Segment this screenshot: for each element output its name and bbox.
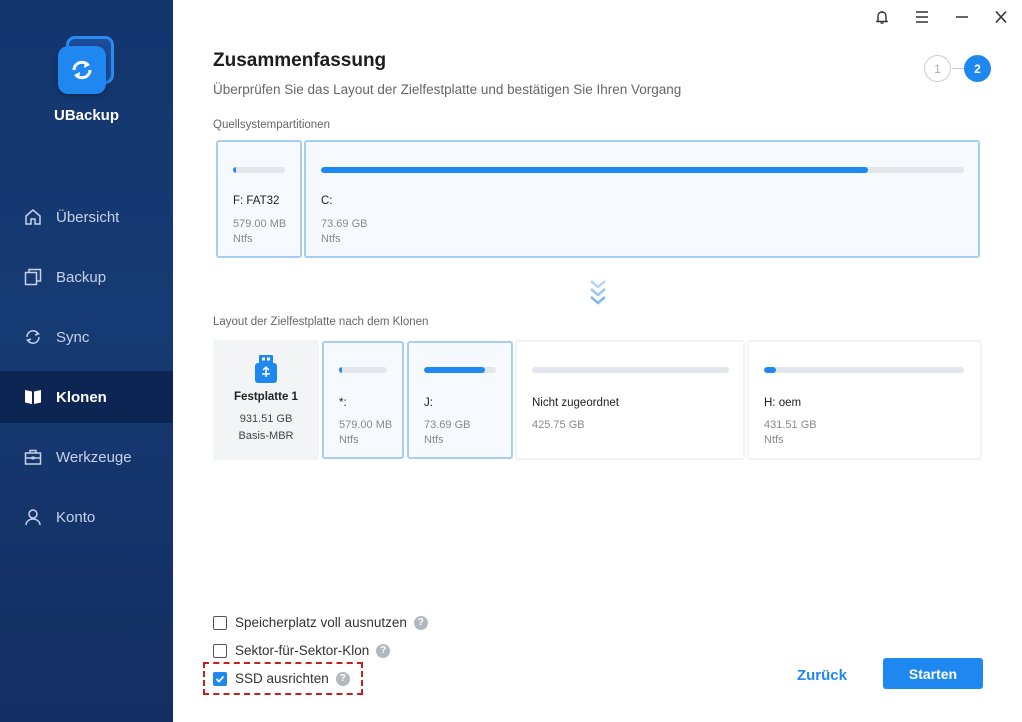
sidebar-item-label: Konto [56, 508, 96, 526]
sidebar-item-clone[interactable]: Klonen [0, 371, 173, 423]
option-label: Sektor-für-Sektor-Klon [235, 643, 370, 658]
partition-fs: Ntfs [321, 233, 341, 245]
target-partition-card[interactable]: *: 579.00 MB Ntfs [322, 341, 404, 459]
back-button[interactable]: Zurück [787, 660, 857, 690]
partition-name: *: [339, 397, 347, 409]
sidebar-item-label: Backup [56, 268, 107, 286]
partition-fs: Ntfs [233, 233, 253, 245]
usage-bar [339, 367, 387, 373]
usage-bar [233, 167, 285, 173]
sidebar-item-sync[interactable]: Sync [0, 311, 173, 363]
page-subtitle: Überprüfen Sie das Layout der Zielfestpl… [213, 82, 682, 97]
minimize-icon[interactable] [950, 6, 974, 28]
sidebar-item-label: Übersicht [56, 208, 120, 226]
checkbox[interactable] [213, 643, 227, 658]
sidebar-item-account[interactable]: Konto [0, 491, 173, 543]
partition-size: 579.00 MB [339, 419, 393, 431]
disk-size: 931.51 GB [239, 413, 293, 425]
bell-icon[interactable] [870, 6, 894, 28]
partition-size: 425.75 GB [532, 419, 585, 431]
partition-size: 73.69 GB [321, 218, 368, 230]
partition-name: F: FAT32 [233, 195, 280, 207]
partition-name: Nicht zugeordnet [532, 397, 619, 409]
source-partition-card[interactable]: C: 73.69 GB Ntfs [304, 140, 980, 258]
user-icon [23, 507, 43, 527]
option-label: Speicherplatz voll ausnutzen [235, 615, 407, 630]
usage-bar [424, 367, 496, 373]
partition-fs: Ntfs [764, 434, 784, 446]
option-full-space[interactable]: Speicherplatz voll ausnutzen ? [213, 615, 428, 630]
home-icon [23, 207, 43, 227]
clone-icon [23, 387, 43, 407]
sidebar-item-label: Sync [56, 328, 90, 346]
help-icon[interactable]: ? [376, 643, 391, 658]
partition-size: 431.51 GB [764, 419, 817, 431]
app-name: UBackup [53, 107, 120, 124]
partition-fs: Ntfs [424, 434, 444, 446]
sidebar-item-overview[interactable]: Übersicht [0, 191, 173, 243]
source-partition-card[interactable]: F: FAT32 579.00 MB Ntfs [216, 140, 302, 258]
menu-icon[interactable] [910, 6, 934, 28]
partition-name: H: oem [764, 397, 802, 409]
backup-icon [23, 267, 43, 287]
toolbox-icon [23, 447, 43, 467]
target-partition-card[interactable]: H: oem 431.51 GB Ntfs [747, 340, 982, 460]
target-disk-info: Festplatte 1 931.51 GB Basis-MBR [213, 340, 319, 460]
usb-drive-icon [253, 354, 279, 389]
sidebar-item-backup[interactable]: Backup [0, 251, 173, 303]
help-icon[interactable]: ? [413, 615, 428, 630]
chevron-down-icon [588, 278, 608, 313]
partition-fs: Ntfs [339, 434, 359, 446]
sidebar-item-tools[interactable]: Werkzeuge [0, 431, 173, 483]
partition-size: 73.69 GB [424, 419, 471, 431]
sidebar-item-label: Werkzeuge [56, 448, 132, 466]
source-section-label: Quellsystempartitionen [213, 119, 330, 131]
sidebar: UBackup Übersicht Backup Sync Klonen Wer… [0, 0, 173, 722]
target-section-label: Layout der Zielfestplatte nach dem Klone… [213, 316, 429, 328]
target-partition-card[interactable]: J: 73.69 GB Ntfs [407, 341, 513, 459]
app-logo [56, 36, 116, 96]
usage-bar [764, 367, 964, 373]
partition-name: J: [424, 397, 433, 409]
usage-bar [321, 167, 964, 173]
sidebar-item-label: Klonen [56, 388, 107, 406]
sync-icon [23, 327, 43, 347]
step-indicator-2: 2 [964, 55, 991, 82]
step-connector [952, 68, 964, 69]
close-icon[interactable] [989, 6, 1013, 28]
option-sector-by-sector[interactable]: Sektor-für-Sektor-Klon ? [213, 643, 391, 658]
page-title: Zusammenfassung [213, 50, 387, 71]
highlight-box [203, 662, 363, 695]
partition-name: C: [321, 195, 333, 207]
usage-bar [532, 367, 729, 373]
disk-type: Basis-MBR [238, 430, 294, 442]
target-partition-card[interactable]: Nicht zugeordnet 425.75 GB [515, 340, 745, 460]
step-indicator-1: 1 [924, 55, 951, 82]
checkbox[interactable] [213, 615, 227, 630]
disk-name: Festplatte 1 [234, 391, 298, 403]
partition-size: 579.00 MB [233, 218, 287, 230]
start-button[interactable]: Starten [883, 658, 983, 689]
